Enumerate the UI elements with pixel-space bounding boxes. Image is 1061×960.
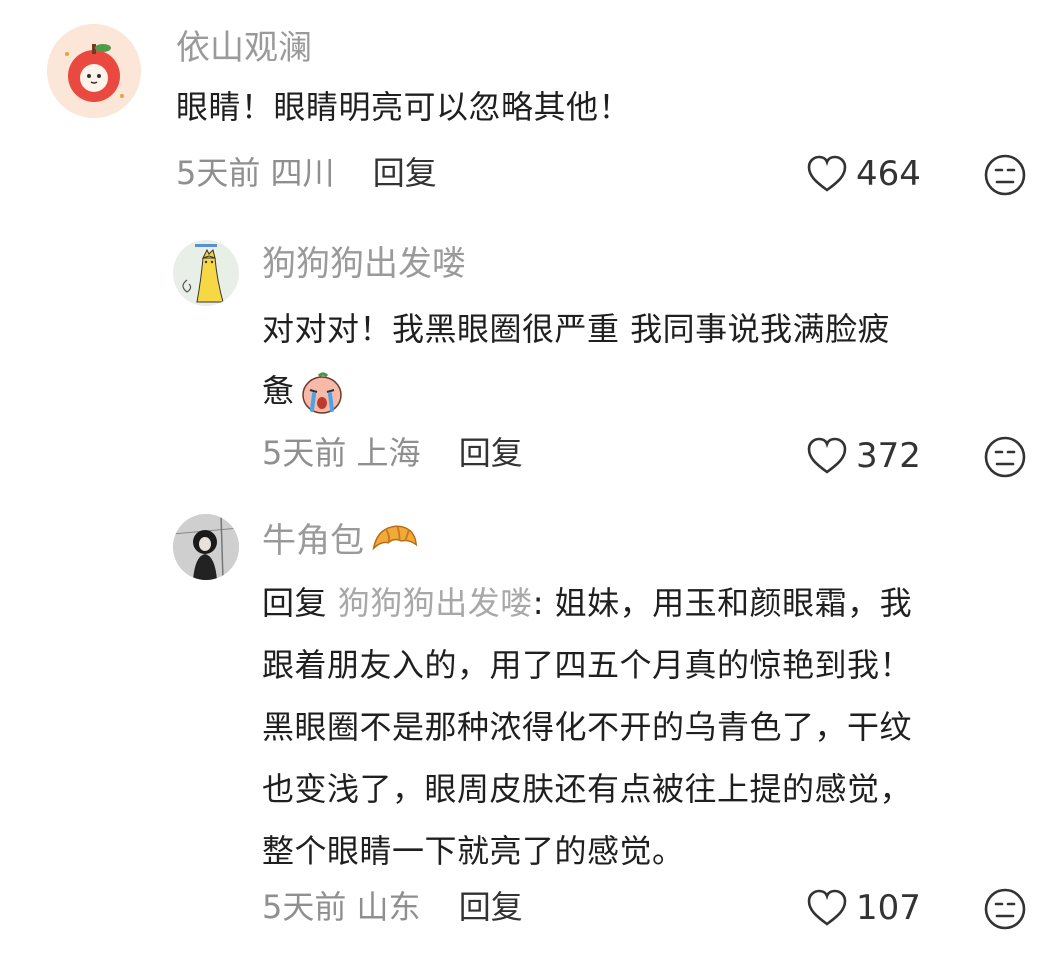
apple-cat-icon — [47, 24, 141, 118]
comment-line: 对对对！我黑眼圈很严重 我同事说我满脸疲 — [262, 310, 891, 348]
reply-button[interactable]: 回复 — [459, 888, 523, 926]
comment-text: 回复 狗狗狗出发喽: 姐妹，用玉和颜眼霜，我 跟着朋友入的，用了四五个月真的惊艳… — [262, 572, 912, 882]
reply-button[interactable]: 回复 — [459, 434, 523, 472]
avatar[interactable] — [47, 24, 141, 118]
crying-face-emoji-icon — [301, 372, 342, 414]
reply-prefix: 回复 — [262, 584, 328, 622]
reply-button[interactable]: 回复 — [373, 154, 437, 192]
timestamp: 5天前 — [262, 434, 347, 472]
comment-meta: 5天前 上海 回复 — [262, 434, 523, 472]
girl-photo-icon — [173, 514, 239, 580]
like-button[interactable]: 107 — [806, 888, 921, 928]
comment-text: 对对对！我黑眼圈很严重 我同事说我满脸疲 惫 — [262, 298, 890, 422]
comment-line: 黑眼圈不是那种浓得化不开的乌青色了，干纹 — [262, 708, 913, 746]
timestamp: 5天前 — [176, 154, 261, 192]
croissant-emoji-icon — [372, 525, 418, 551]
reply-target-username[interactable]: 狗狗狗出发喽 — [338, 584, 533, 622]
avatar[interactable] — [173, 514, 239, 580]
dislike-face-icon[interactable] — [983, 153, 1027, 197]
username-text: 牛角包 — [262, 520, 364, 561]
comment-text: 眼睛！眼睛明亮可以忽略其他！ — [176, 88, 632, 126]
like-button[interactable]: 372 — [806, 436, 921, 476]
comment-line-text: : 姐妹，用玉和颜眼霜，我 — [532, 584, 913, 622]
comment-line-end: 惫 — [262, 372, 295, 410]
like-count: 464 — [856, 154, 921, 194]
timestamp: 5天前 — [262, 888, 347, 926]
like-button[interactable]: 464 — [806, 154, 921, 194]
username[interactable]: 狗狗狗出发喽 — [262, 244, 466, 285]
location: 四川 — [270, 154, 335, 192]
like-count: 372 — [856, 436, 921, 476]
like-count: 107 — [856, 888, 921, 928]
avatar[interactable] — [173, 240, 239, 306]
comment-meta: 5天前 四川 回复 — [176, 154, 437, 192]
comment-line: 跟着朋友入的，用了四五个月真的惊艳到我！ — [262, 646, 913, 684]
comment-line: 也变浅了，眼周皮肤还有点被往上提的感觉， — [262, 770, 913, 808]
comment-line: 惫 — [262, 360, 890, 422]
heart-icon — [807, 889, 847, 926]
location: 山东 — [356, 888, 421, 926]
yellow-cat-icon — [173, 240, 239, 306]
heart-icon — [807, 437, 847, 474]
location: 上海 — [356, 434, 421, 472]
username[interactable]: 牛角包 — [262, 520, 420, 562]
dislike-face-icon[interactable] — [983, 435, 1027, 479]
comment-meta: 5天前 山东 回复 — [262, 888, 523, 926]
comment-line: 回复 狗狗狗出发喽: 姐妹，用玉和颜眼霜，我 — [262, 572, 912, 634]
comment-line: 整个眼睛一下就亮了的感觉。 — [262, 832, 685, 870]
heart-icon — [807, 155, 847, 192]
username[interactable]: 依山观澜 — [176, 28, 312, 69]
dislike-face-icon[interactable] — [983, 887, 1027, 931]
